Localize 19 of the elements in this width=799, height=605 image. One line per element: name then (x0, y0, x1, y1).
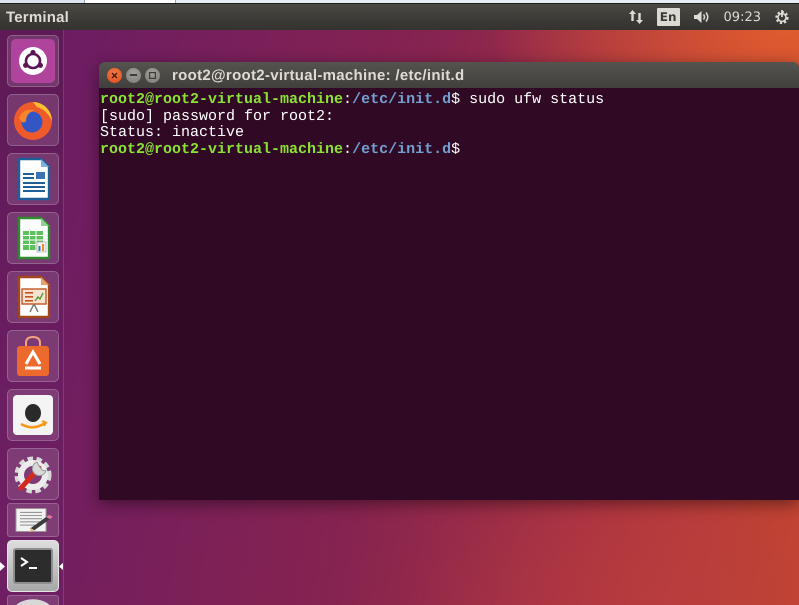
transfer-arrows-icon[interactable] (628, 9, 644, 25)
app-title: Terminal (6, 8, 70, 26)
keyboard-layout-indicator[interactable]: En (656, 8, 680, 26)
window-title: root2@root2-virtual-machine: /etc/init.d (172, 66, 464, 84)
close-icon (111, 72, 118, 78)
minimize-button[interactable] (126, 68, 141, 82)
ring-logo-icon (11, 39, 55, 83)
terminal-line: [sudo] password for root2: (100, 108, 336, 125)
terminal-line: Status: inactive (100, 125, 246, 142)
launcher-item[interactable] (7, 540, 59, 592)
gear-power-icon[interactable] (774, 9, 790, 25)
maximize-button[interactable] (145, 68, 160, 82)
terminal-line: root2@root2-virtual-machine:/etc/init.d$ sudo ufw status (100, 92, 606, 109)
minimize-icon (130, 74, 137, 76)
volume-icon[interactable] (692, 9, 711, 25)
terminal-line: root2@root2-virtual-machine:/etc/init.d$ (100, 142, 462, 158)
maximize-icon (149, 72, 156, 78)
close-button[interactable] (107, 68, 122, 82)
clock-label[interactable]: 09:23 (724, 10, 761, 24)
